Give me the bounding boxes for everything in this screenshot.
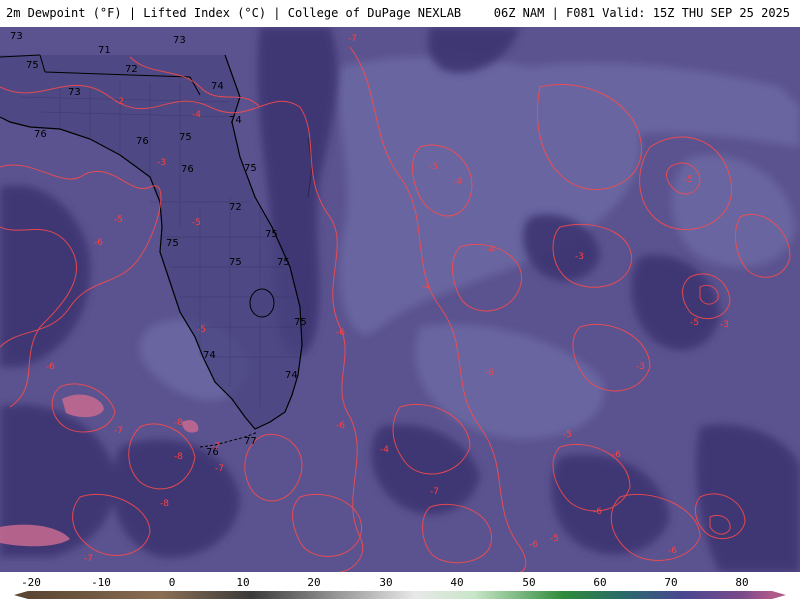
legend-tick: 40 — [450, 576, 464, 589]
lake-okeechobee — [249, 288, 275, 318]
li-label: -8 — [174, 418, 183, 428]
li-label: -5 — [563, 430, 572, 440]
li-label: -6 — [593, 507, 602, 517]
title-bar: 2m Dewpoint (°F) | Lifted Index (°C) | C… — [0, 0, 800, 27]
dew-label: 75 — [277, 257, 290, 268]
legend-right-arrow — [772, 591, 786, 599]
dew-label: 73 — [10, 31, 23, 42]
li-label: -5 — [114, 215, 123, 225]
dew-label: 75 — [179, 132, 192, 143]
li-label: -7 — [84, 554, 93, 564]
li-label: -3 — [157, 158, 166, 168]
dew-label: 74 — [211, 81, 224, 92]
li-label: -8 — [160, 499, 169, 509]
dew-label: 74 — [229, 115, 242, 126]
legend-tick: 70 — [664, 576, 678, 589]
dew-label: 73 — [173, 35, 186, 46]
li-label: -6 — [529, 540, 538, 550]
dew-label: 72 — [229, 202, 242, 213]
dew-label: 75 — [244, 163, 257, 174]
valid-time: 06Z NAM | F081 Valid: 15Z THU SEP 25 202… — [493, 6, 790, 20]
li-label: -5 — [429, 162, 438, 172]
legend-tick: 60 — [593, 576, 607, 589]
li-label: -4 — [380, 445, 389, 455]
li-label: -7 — [215, 464, 224, 474]
li-label: -4 — [421, 282, 430, 292]
li-label: -6 — [668, 546, 677, 556]
dew-label: 74 — [203, 350, 216, 361]
dew-label: 77 — [244, 436, 257, 447]
li-label: -4 — [486, 245, 495, 255]
dew-label: 75 — [294, 317, 307, 328]
legend-bar-svg — [14, 591, 786, 599]
li-label: -3 — [636, 362, 645, 372]
dew-label: 76 — [34, 129, 47, 140]
dew-label: 75 — [166, 238, 179, 249]
legend-tick: 0 — [168, 576, 176, 589]
li-label: -6 — [46, 362, 55, 372]
li-label: -6 — [336, 328, 345, 338]
dew-label: 75 — [265, 229, 278, 240]
dew-label: 75 — [229, 257, 242, 268]
li-label: -5 — [690, 318, 699, 328]
legend-tick: 80 — [735, 576, 749, 589]
legend-tick: -20 — [21, 576, 41, 589]
li-label: -7 — [114, 426, 123, 436]
legend-tick: 30 — [379, 576, 393, 589]
li-label: -2 — [115, 97, 124, 107]
li-label: -5 — [192, 218, 201, 228]
legend-gradient — [28, 591, 772, 599]
li-label: -5 — [684, 175, 693, 185]
legend-tick: -10 — [91, 576, 111, 589]
li-label: -5 — [550, 534, 559, 544]
dew-label: 72 — [125, 64, 138, 75]
li-label: -4 — [453, 177, 462, 187]
li-label: -3 — [575, 252, 584, 262]
li-label: -5 — [197, 325, 206, 335]
map-svg: 71 73 71 73 75 72 73 74 76 76 75 74 76 7… — [0, 27, 800, 572]
dew-label: 76 — [136, 136, 149, 147]
dew-label: 75 — [26, 60, 39, 71]
product-title: 2m Dewpoint (°F) | Lifted Index (°C) | C… — [6, 6, 462, 20]
li-label: -3 — [720, 320, 729, 330]
li-label: -8 — [174, 452, 183, 462]
dew-label: 76 — [181, 164, 194, 175]
legend-tick: 10 — [236, 576, 250, 589]
li-label: -6 — [612, 450, 621, 460]
dew-label: 71 — [98, 45, 111, 56]
li-label: -7 — [348, 34, 357, 44]
dew-label: 73 — [68, 87, 81, 98]
dewpoint-color-legend: -20 -10 0 10 20 30 40 50 60 70 80 — [0, 572, 800, 600]
li-label: -4 — [192, 110, 201, 120]
li-label: -7 — [430, 487, 439, 497]
legend-tick: 20 — [307, 576, 321, 589]
li-label: -7 — [211, 442, 220, 452]
dew-label: 74 — [285, 370, 298, 381]
li-label: -6 — [336, 421, 345, 431]
legend-tick: 50 — [522, 576, 536, 589]
li-label: -6 — [485, 368, 494, 378]
legend-left-arrow — [14, 591, 28, 599]
li-label: -6 — [94, 238, 103, 248]
weather-map: 71 73 71 73 75 72 73 74 76 76 75 74 76 7… — [0, 27, 800, 572]
